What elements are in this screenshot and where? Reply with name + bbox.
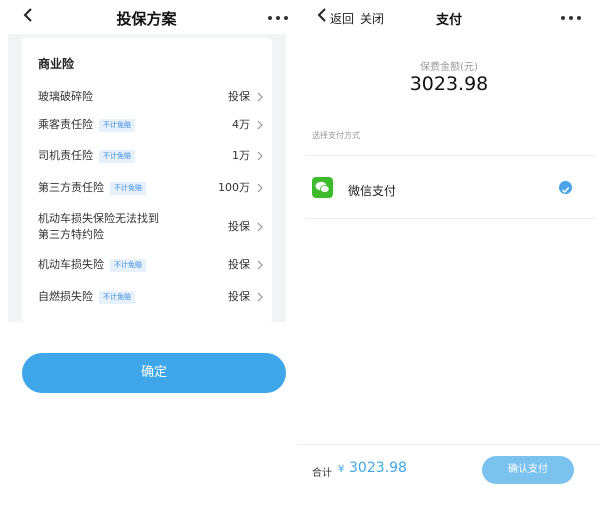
row-label: 玻璃破碎险: [38, 90, 93, 103]
premium-amount-label: 保费金额(元): [420, 62, 478, 73]
no-deductible-tag: 不计免赔: [110, 259, 146, 272]
row-value: 投保: [228, 258, 250, 271]
chevron-right-icon: [257, 120, 263, 130]
currency-symbol: ¥: [338, 464, 345, 475]
insurance-plan-screen: 投保方案 商业险 玻璃破碎险 投保 乘客责任险 不计免赔 4万 司机责任险 不计免赔…: [0, 0, 293, 513]
row-label: 机动车损失险: [38, 258, 104, 271]
chevron-right-icon: [257, 260, 263, 270]
row-label-line2: 第三方特约险: [38, 228, 104, 241]
chevron-right-icon: [257, 183, 263, 193]
confirm-pay-button[interactable]: 确认支付: [482, 456, 574, 484]
total-label: 合计: [312, 468, 332, 479]
row-label: 机动车损失保险无法找到: [38, 212, 159, 225]
row-label: 乘客责任险: [38, 118, 93, 131]
page-title: 支付: [435, 13, 462, 28]
confirm-button[interactable]: 确定: [22, 353, 286, 393]
plan-row-special[interactable]: 机动车损失保险无法找到 第三方特约险 投保: [38, 211, 264, 245]
nav-bar: 投保方案: [0, 0, 293, 34]
divider: [306, 218, 596, 219]
selected-check-icon: [559, 181, 572, 194]
row-value: 100万: [218, 181, 250, 194]
more-icon[interactable]: [561, 16, 581, 20]
total-amount: 3023.98: [349, 460, 407, 476]
plan-card: 商业险 玻璃破碎险 投保 乘客责任险 不计免赔 4万 司机责任险 不计免赔 1万 第…: [22, 38, 272, 322]
wechat-icon: [312, 177, 333, 198]
payment-screen: 返回 关闭 支付 保费金额(元) 3023.98 选择支付方式 微信支付 合计 …: [298, 0, 600, 513]
section-title: 商业险: [38, 57, 75, 71]
chevron-right-icon: [257, 92, 263, 102]
row-label: 自燃损失险: [38, 290, 93, 303]
wechat-pay-label: 微信支付: [348, 184, 397, 198]
chevron-right-icon: [257, 292, 263, 302]
page-title: 投保方案: [116, 10, 177, 28]
chevron-right-icon: [257, 222, 263, 232]
pay-method-label: 选择支付方式: [312, 131, 360, 140]
row-label: 司机责任险: [38, 149, 93, 162]
row-value: 投保: [228, 290, 250, 303]
row-value: 1万: [232, 149, 250, 162]
premium-amount: 3023.98: [409, 73, 489, 95]
no-deductible-tag: 不计免赔: [99, 119, 135, 132]
row-value: 4万: [232, 118, 250, 131]
more-icon[interactable]: [268, 16, 288, 20]
row-value: 投保: [228, 90, 250, 103]
nav-bar: 返回 关闭 支付: [298, 0, 600, 34]
divider: [306, 155, 596, 156]
no-deductible-tag: 不计免赔: [99, 291, 135, 304]
no-deductible-tag: 不计免赔: [110, 182, 146, 195]
row-label: 第三方责任险: [38, 181, 104, 194]
no-deductible-tag: 不计免赔: [99, 150, 135, 163]
row-value: 投保: [228, 220, 250, 233]
payment-footer: 合计 ¥ 3023.98 确认支付: [298, 444, 600, 496]
chevron-right-icon: [257, 151, 263, 161]
